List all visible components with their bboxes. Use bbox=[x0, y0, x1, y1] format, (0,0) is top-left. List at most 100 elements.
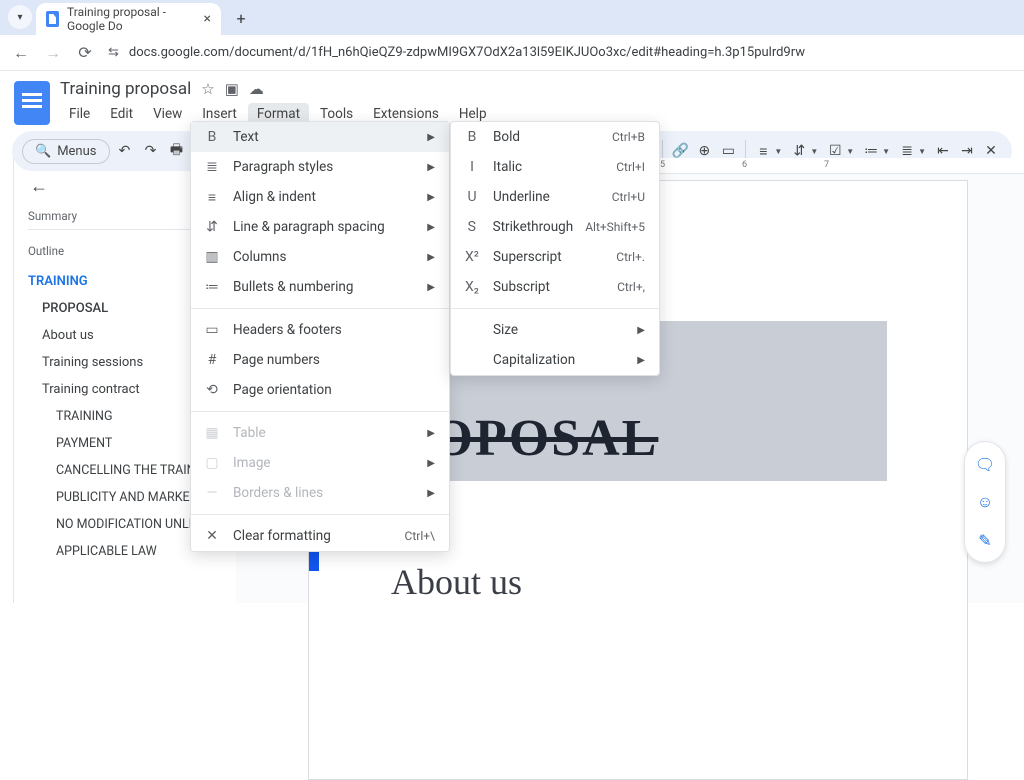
site-info-icon[interactable]: ⇆ bbox=[108, 45, 119, 60]
menu-item-label: Borders & lines bbox=[233, 485, 323, 501]
menu-view[interactable]: View bbox=[144, 103, 191, 125]
menu-item-columns[interactable]: ▥ Columns ▶ bbox=[191, 242, 449, 272]
headers-footers-icon: ▭ bbox=[203, 322, 221, 338]
browser-tab-strip: ▾ Training proposal - Google Do × + bbox=[0, 0, 1024, 35]
menu-item-label: Line & paragraph spacing bbox=[233, 219, 385, 235]
section-heading-about[interactable]: About us bbox=[391, 561, 522, 603]
submenu-arrow-icon: ▶ bbox=[637, 355, 645, 366]
menu-item-align-indent[interactable]: ≡Align & indent▶ bbox=[191, 182, 449, 212]
submenu-arrow-icon: ▶ bbox=[427, 488, 435, 499]
menu-item-underline[interactable]: UUnderlineCtrl+U bbox=[451, 182, 659, 212]
menu-item-label: Page numbers bbox=[233, 352, 320, 368]
ruler-tick: 7 bbox=[824, 160, 829, 170]
menu-item-capitalization[interactable]: Capitalization ▶ bbox=[451, 345, 659, 375]
shortcut-label: Ctrl+\ bbox=[405, 529, 435, 543]
bold-icon: B bbox=[463, 129, 481, 145]
suggest-edits-fab[interactable]: ✎ bbox=[971, 526, 999, 554]
menu-item-label: Strikethrough bbox=[493, 219, 574, 235]
image-icon: ▢ bbox=[203, 455, 221, 471]
align-indent-icon: ≡ bbox=[203, 189, 221, 206]
side-actions: 🗨 ☺ ✎ bbox=[964, 441, 1006, 563]
menu-edit[interactable]: Edit bbox=[101, 103, 142, 125]
paragraph-styles-icon: ≣ bbox=[203, 159, 221, 175]
menu-item-size[interactable]: Size ▶ bbox=[451, 315, 659, 345]
ruler-tick: 6 bbox=[742, 160, 747, 170]
page-numbers-icon: # bbox=[203, 352, 221, 368]
add-comment-fab[interactable]: 🗨 bbox=[971, 450, 999, 478]
menu-item-label: Image bbox=[233, 455, 271, 471]
menu-item-headers-footers[interactable]: ▭ Headers & footers bbox=[191, 315, 449, 345]
line-paragraph-spacing-icon: ⇵ bbox=[203, 219, 221, 235]
menu-item-label: Columns bbox=[233, 249, 286, 265]
menu-item-line-paragraph-spacing[interactable]: ⇵ Line & paragraph spacing ▶ bbox=[191, 212, 449, 242]
shortcut-label: Ctrl+. bbox=[616, 250, 645, 264]
url-text: docs.google.com/document/d/1fH_n6hQieQZ9… bbox=[129, 45, 805, 60]
submenu-arrow-icon: ▶ bbox=[637, 325, 645, 336]
menu-item-superscript[interactable]: X² Superscript Ctrl+. bbox=[451, 242, 659, 272]
menu-item-page-numbers[interactable]: # Page numbers bbox=[191, 345, 449, 375]
menu-item-label: Italic bbox=[493, 159, 522, 175]
new-tab-button[interactable]: + bbox=[227, 4, 255, 32]
ruler-tick: 5 bbox=[660, 160, 665, 170]
strikethrough-icon: S bbox=[463, 219, 481, 235]
address-bar[interactable]: ⇆ docs.google.com/document/d/1fH_n6hQieQ… bbox=[108, 45, 1012, 60]
menu-item-label: Underline bbox=[493, 189, 550, 205]
text-submenu: BBoldCtrl+BIItalicCtrl+IUUnderlineCtrl+U… bbox=[450, 121, 660, 376]
star-icon[interactable]: ☆ bbox=[201, 80, 214, 98]
menu-item-bullets-numbering[interactable]: ≔Bullets & numbering▶ bbox=[191, 272, 449, 302]
submenu-arrow-icon: ▶ bbox=[427, 252, 435, 263]
docs-header: Training proposal ☆ ▣ ☁ FileEditViewInse… bbox=[0, 71, 1024, 125]
superscript-icon: X² bbox=[463, 249, 481, 265]
menu-item-clear-formatting[interactable]: ✕ Clear formatting Ctrl+\ bbox=[191, 521, 449, 551]
reload-button[interactable]: ⟳ bbox=[76, 43, 94, 62]
browser-tab[interactable]: Training proposal - Google Do × bbox=[36, 3, 221, 35]
docs-logo[interactable] bbox=[14, 81, 50, 125]
menu-item-label: Headers & footers bbox=[233, 322, 342, 338]
menu-file[interactable]: File bbox=[60, 103, 99, 125]
menu-item-label: Page orientation bbox=[233, 382, 332, 398]
italic-icon: I bbox=[463, 159, 481, 175]
close-tab-icon[interactable]: × bbox=[204, 11, 211, 27]
menu-item-table: ▦Table▶ bbox=[191, 418, 449, 448]
menu-item-italic[interactable]: I Italic Ctrl+I bbox=[451, 152, 659, 182]
columns-icon: ▥ bbox=[203, 249, 221, 265]
tab-search-button[interactable]: ▾ bbox=[8, 5, 32, 29]
shortcut-label: Ctrl+I bbox=[616, 160, 645, 174]
submenu-arrow-icon: ▶ bbox=[427, 428, 435, 439]
emoji-reaction-fab[interactable]: ☺ bbox=[971, 488, 999, 516]
text-icon: B bbox=[203, 129, 221, 145]
menu-item-label: Paragraph styles bbox=[233, 159, 333, 175]
format-menu: B Text ▶ ≣ Paragraph styles ▶ ≡Align & indent▶… bbox=[190, 121, 450, 552]
borders-lines-icon: — bbox=[203, 485, 221, 501]
menu-item-label: Size bbox=[493, 322, 518, 338]
menu-item-label: Capitalization bbox=[493, 352, 575, 368]
shortcut-label: Ctrl+U bbox=[612, 190, 645, 204]
move-icon[interactable]: ▣ bbox=[225, 80, 239, 98]
forward-button: → bbox=[44, 43, 62, 63]
page-orientation-icon: ⟲ bbox=[203, 382, 221, 398]
cloud-status-icon[interactable]: ☁ bbox=[249, 80, 264, 98]
menu-item-label: Text bbox=[233, 129, 259, 145]
search-icon: 🔍 bbox=[35, 144, 51, 159]
menu-item-subscript[interactable]: X₂SubscriptCtrl+, bbox=[451, 272, 659, 302]
table-icon: ▦ bbox=[203, 425, 221, 441]
bullets-numbering-icon: ≔ bbox=[203, 279, 221, 295]
menu-separator bbox=[191, 514, 449, 515]
submenu-arrow-icon: ▶ bbox=[427, 162, 435, 173]
menu-item-strikethrough[interactable]: S Strikethrough Alt+Shift+5 bbox=[451, 212, 659, 242]
clear-formatting-icon: ✕ bbox=[203, 528, 221, 544]
menu-item-label: Bullets & numbering bbox=[233, 279, 353, 295]
menu-item-paragraph-styles[interactable]: ≣ Paragraph styles ▶ bbox=[191, 152, 449, 182]
menu-item-bold[interactable]: BBoldCtrl+B bbox=[451, 122, 659, 152]
vertical-ruler bbox=[0, 158, 14, 603]
shortcut-label: Alt+Shift+5 bbox=[585, 220, 645, 234]
document-title[interactable]: Training proposal bbox=[60, 79, 191, 99]
shortcut-label: Ctrl+, bbox=[617, 280, 645, 294]
menu-item-text[interactable]: BText▶ bbox=[191, 122, 449, 152]
menu-item-label: Superscript bbox=[493, 249, 562, 265]
menu-item-label: Clear formatting bbox=[233, 528, 331, 544]
back-button[interactable]: ← bbox=[12, 43, 30, 63]
browser-toolbar: ← → ⟳ ⇆ docs.google.com/document/d/1fH_n… bbox=[0, 35, 1024, 71]
submenu-arrow-icon: ▶ bbox=[427, 222, 435, 233]
menu-item-page-orientation[interactable]: ⟲ Page orientation bbox=[191, 375, 449, 405]
